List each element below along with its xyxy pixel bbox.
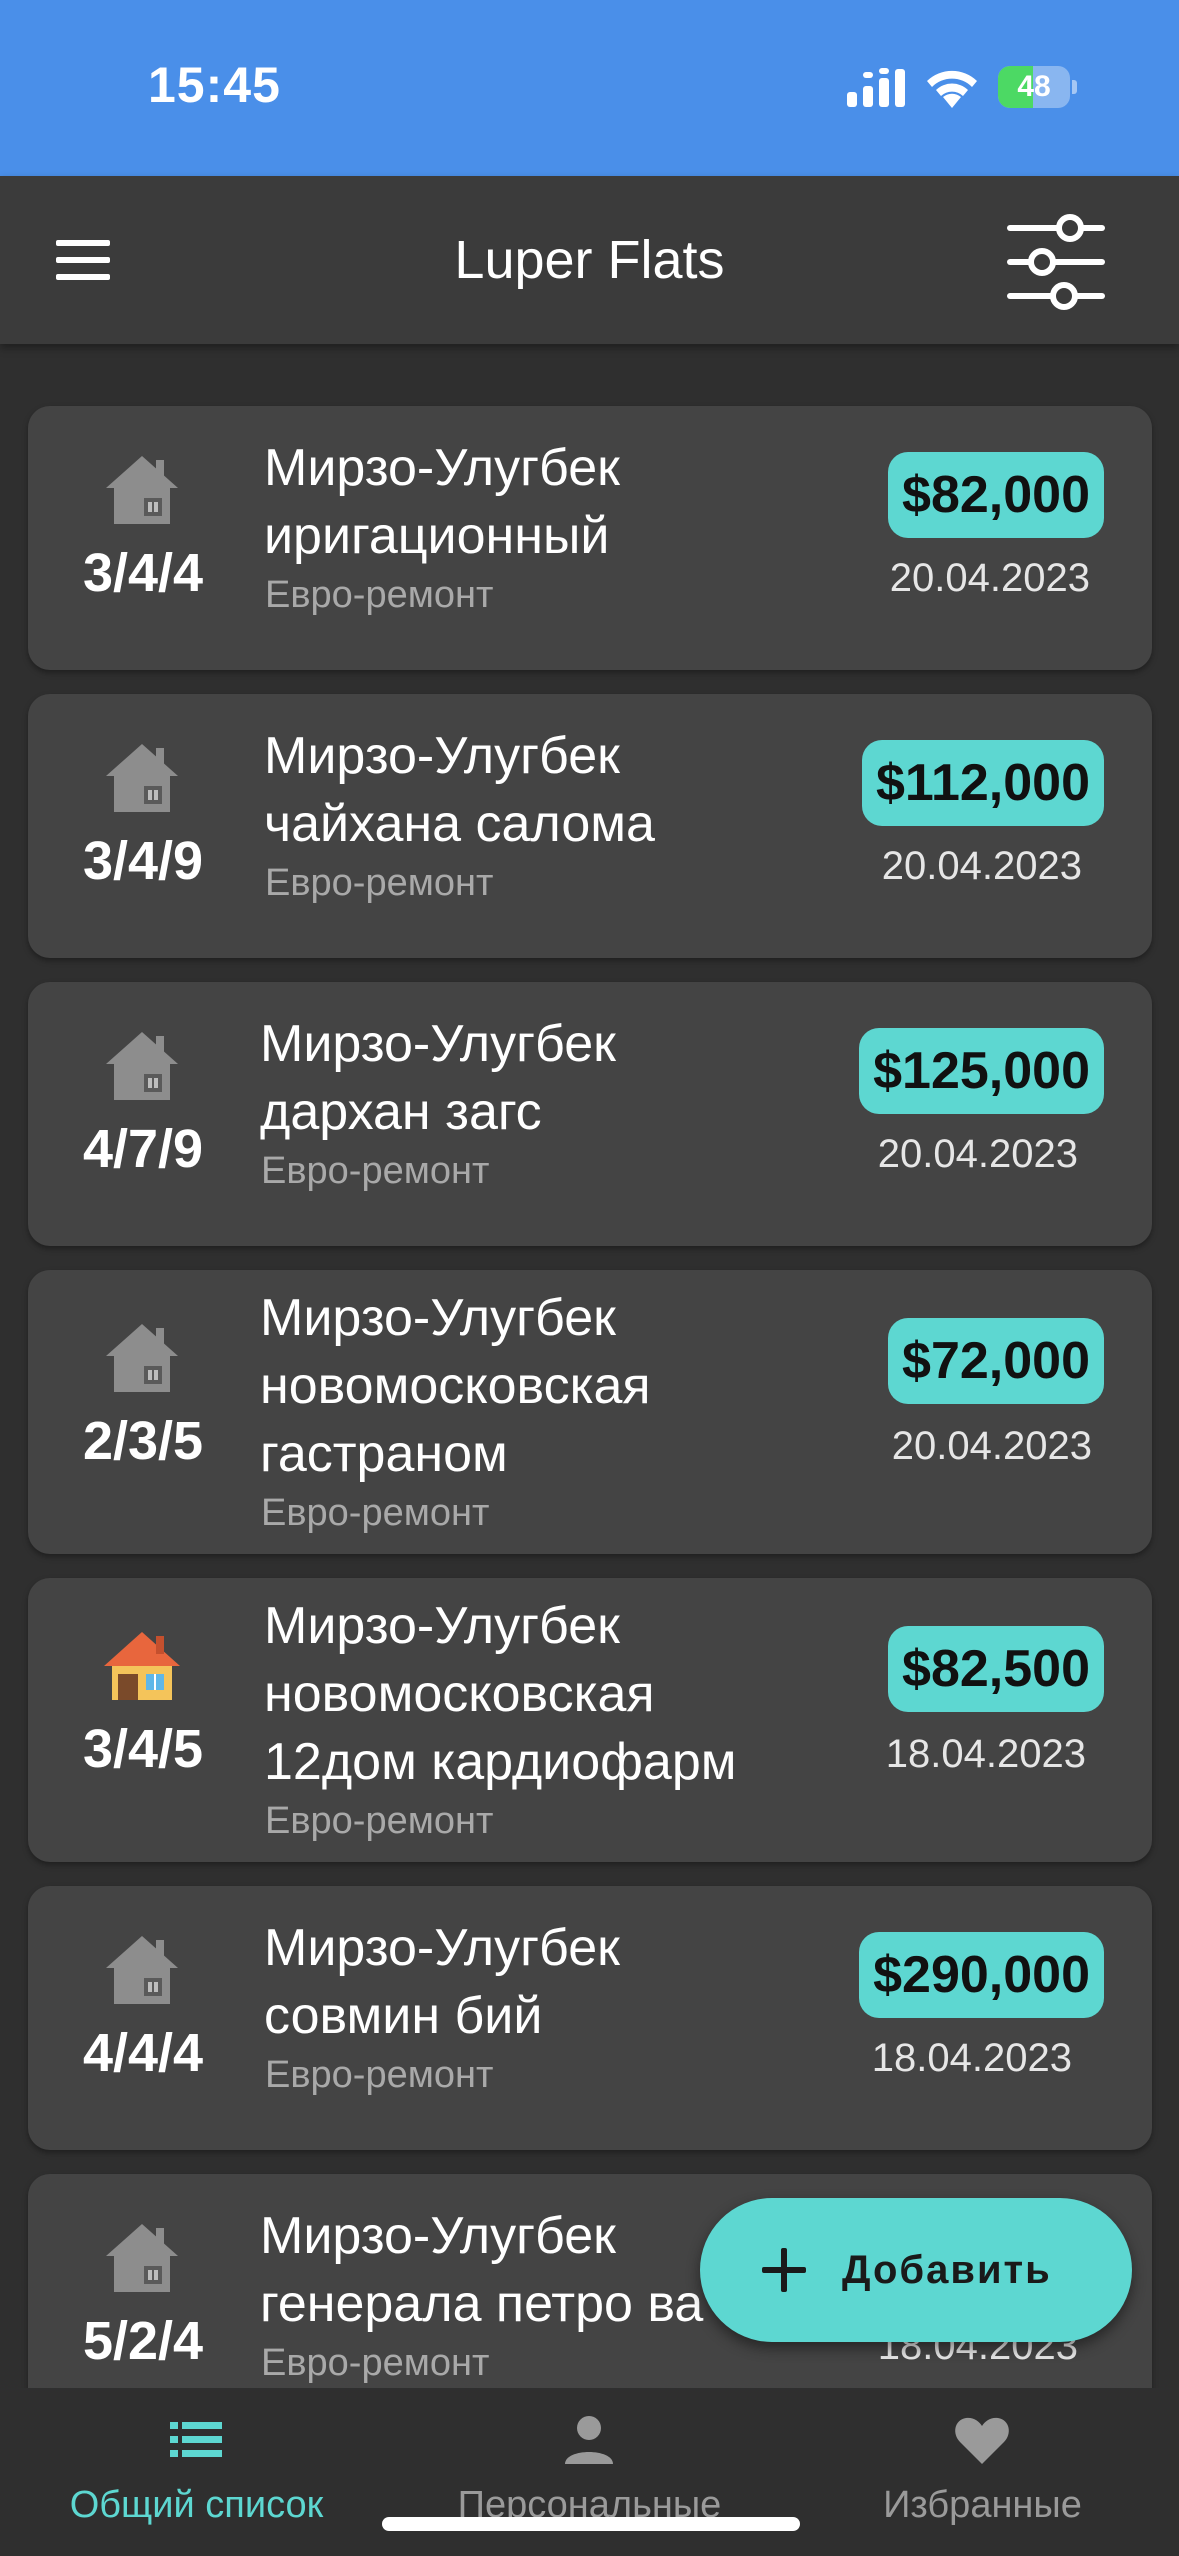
home-indicator[interactable] <box>382 2517 800 2531</box>
app-title: Luper Flats <box>454 230 725 290</box>
battery-icon: 48 <box>998 66 1078 108</box>
listing-price: $82,500 <box>888 1626 1104 1712</box>
house-gray-icon <box>106 1032 178 1100</box>
listings-list[interactable]: 3/4/4 Мирзо-Улугбек иригационный Евро-рем… <box>0 344 1179 2388</box>
listing-renovation: Евро-ремонт <box>261 1492 490 1534</box>
house-gray-icon <box>106 744 178 812</box>
listing-date: 20.04.2023 <box>891 1424 1092 1468</box>
sliders-filter-icon[interactable] <box>1004 206 1108 316</box>
listing-rooms: 3/4/5 <box>82 1719 204 1779</box>
listing-price: $82,000 <box>888 452 1104 538</box>
plus-icon <box>762 2248 806 2292</box>
listing-rooms: 3/4/9 <box>82 831 204 891</box>
app-bar: Luper Flats <box>0 176 1179 344</box>
listing-title: Мирзо-Улугбек совмин бий <box>264 1919 620 2045</box>
house-gray-icon <box>106 456 178 524</box>
listing-rooms: 4/4/4 <box>82 2023 204 2083</box>
status-time: 15:45 <box>148 57 281 113</box>
listing-card[interactable]: 3/4/4 Мирзо-Улугбек иригационный Евро-рем… <box>28 406 1152 670</box>
listing-title: Мирзо-Улугбек новомосковская гастраном <box>260 1289 651 1483</box>
listing-card[interactable]: 2/3/5 Мирзо-Улугбек новомосковская гастран… <box>28 1270 1152 1554</box>
listing-date: 20.04.2023 <box>889 556 1090 600</box>
listing-title: Мирзо-Улугбек генерала петро ва <box>260 2207 704 2333</box>
hamburger-menu-icon[interactable] <box>40 216 128 304</box>
listing-rooms: 2/3/5 <box>82 1411 204 1471</box>
listing-date: 18.04.2023 <box>871 2036 1072 2080</box>
listing-title: Мирзо-Улугбек новомосковская 12дом кардиоф… <box>264 1597 737 1791</box>
nav-all-list[interactable]: Общий список <box>0 2388 393 2556</box>
listing-title: Мирзо-Улугбек дархан загс <box>260 1015 616 1141</box>
listing-price: $290,000 <box>859 1932 1104 2018</box>
listing-card[interactable]: 4/4/4 Мирзо-Улугбек совмин бий Евро-ремон… <box>28 1886 1152 2150</box>
listing-rooms: 3/4/4 <box>82 543 204 603</box>
listing-price: $112,000 <box>861 740 1104 826</box>
listing-card[interactable]: 3/4/5 Мирзо-Улугбек новомосковская 12дом к… <box>28 1578 1152 1862</box>
person-icon <box>565 2416 613 2464</box>
listing-renovation: Евро-ремонт <box>261 2342 490 2384</box>
listing-date: 20.04.2023 <box>877 1132 1078 1176</box>
listing-renovation: Евро-ремонт <box>261 1150 490 1192</box>
house-gray-icon <box>106 1936 178 2004</box>
listing-card[interactable]: 3/4/9 Мирзо-Улугбек чайхана салома Евро-р… <box>28 694 1152 958</box>
nav-label: Общий список <box>69 2484 324 2526</box>
listing-price: $125,000 <box>859 1028 1104 1114</box>
house-gray-icon <box>106 1324 178 1392</box>
nav-label: Избранные <box>883 2484 1082 2526</box>
listing-renovation: Евро-ремонт <box>265 862 494 904</box>
listing-renovation: Евро-ремонт <box>265 1800 494 1842</box>
listing-price: $72,000 <box>888 1318 1104 1404</box>
listing-rooms: 5/2/4 <box>82 2311 204 2371</box>
list-icon <box>170 2422 222 2457</box>
wifi-icon <box>927 70 977 108</box>
heart-icon <box>955 2417 1009 2464</box>
listing-date: 18.04.2023 <box>885 1732 1086 1776</box>
listing-card[interactable]: 4/7/9 Мирзо-Улугбек дархан загс Евро-ремо… <box>28 982 1152 1246</box>
house-color-icon <box>104 1632 180 1700</box>
add-button-label: Добавить <box>842 2248 1052 2292</box>
listing-renovation: Евро-ремонт <box>265 2054 494 2096</box>
status-bar: 15:45 48 <box>0 0 1179 176</box>
nav-favorites[interactable]: Избранные <box>786 2388 1179 2556</box>
listing-rooms: 4/7/9 <box>82 1119 204 1179</box>
battery-level: 48 <box>1017 70 1051 103</box>
cellular-signal-icon <box>847 68 905 107</box>
house-gray-icon <box>106 2224 178 2292</box>
listing-renovation: Евро-ремонт <box>265 574 494 616</box>
listing-title: Мирзо-Улугбек чайхана салома <box>264 727 655 853</box>
add-listing-button[interactable]: Добавить <box>700 2198 1132 2342</box>
listing-date: 20.04.2023 <box>881 844 1082 888</box>
listing-title: Мирзо-Улугбек иригационный <box>264 439 620 565</box>
